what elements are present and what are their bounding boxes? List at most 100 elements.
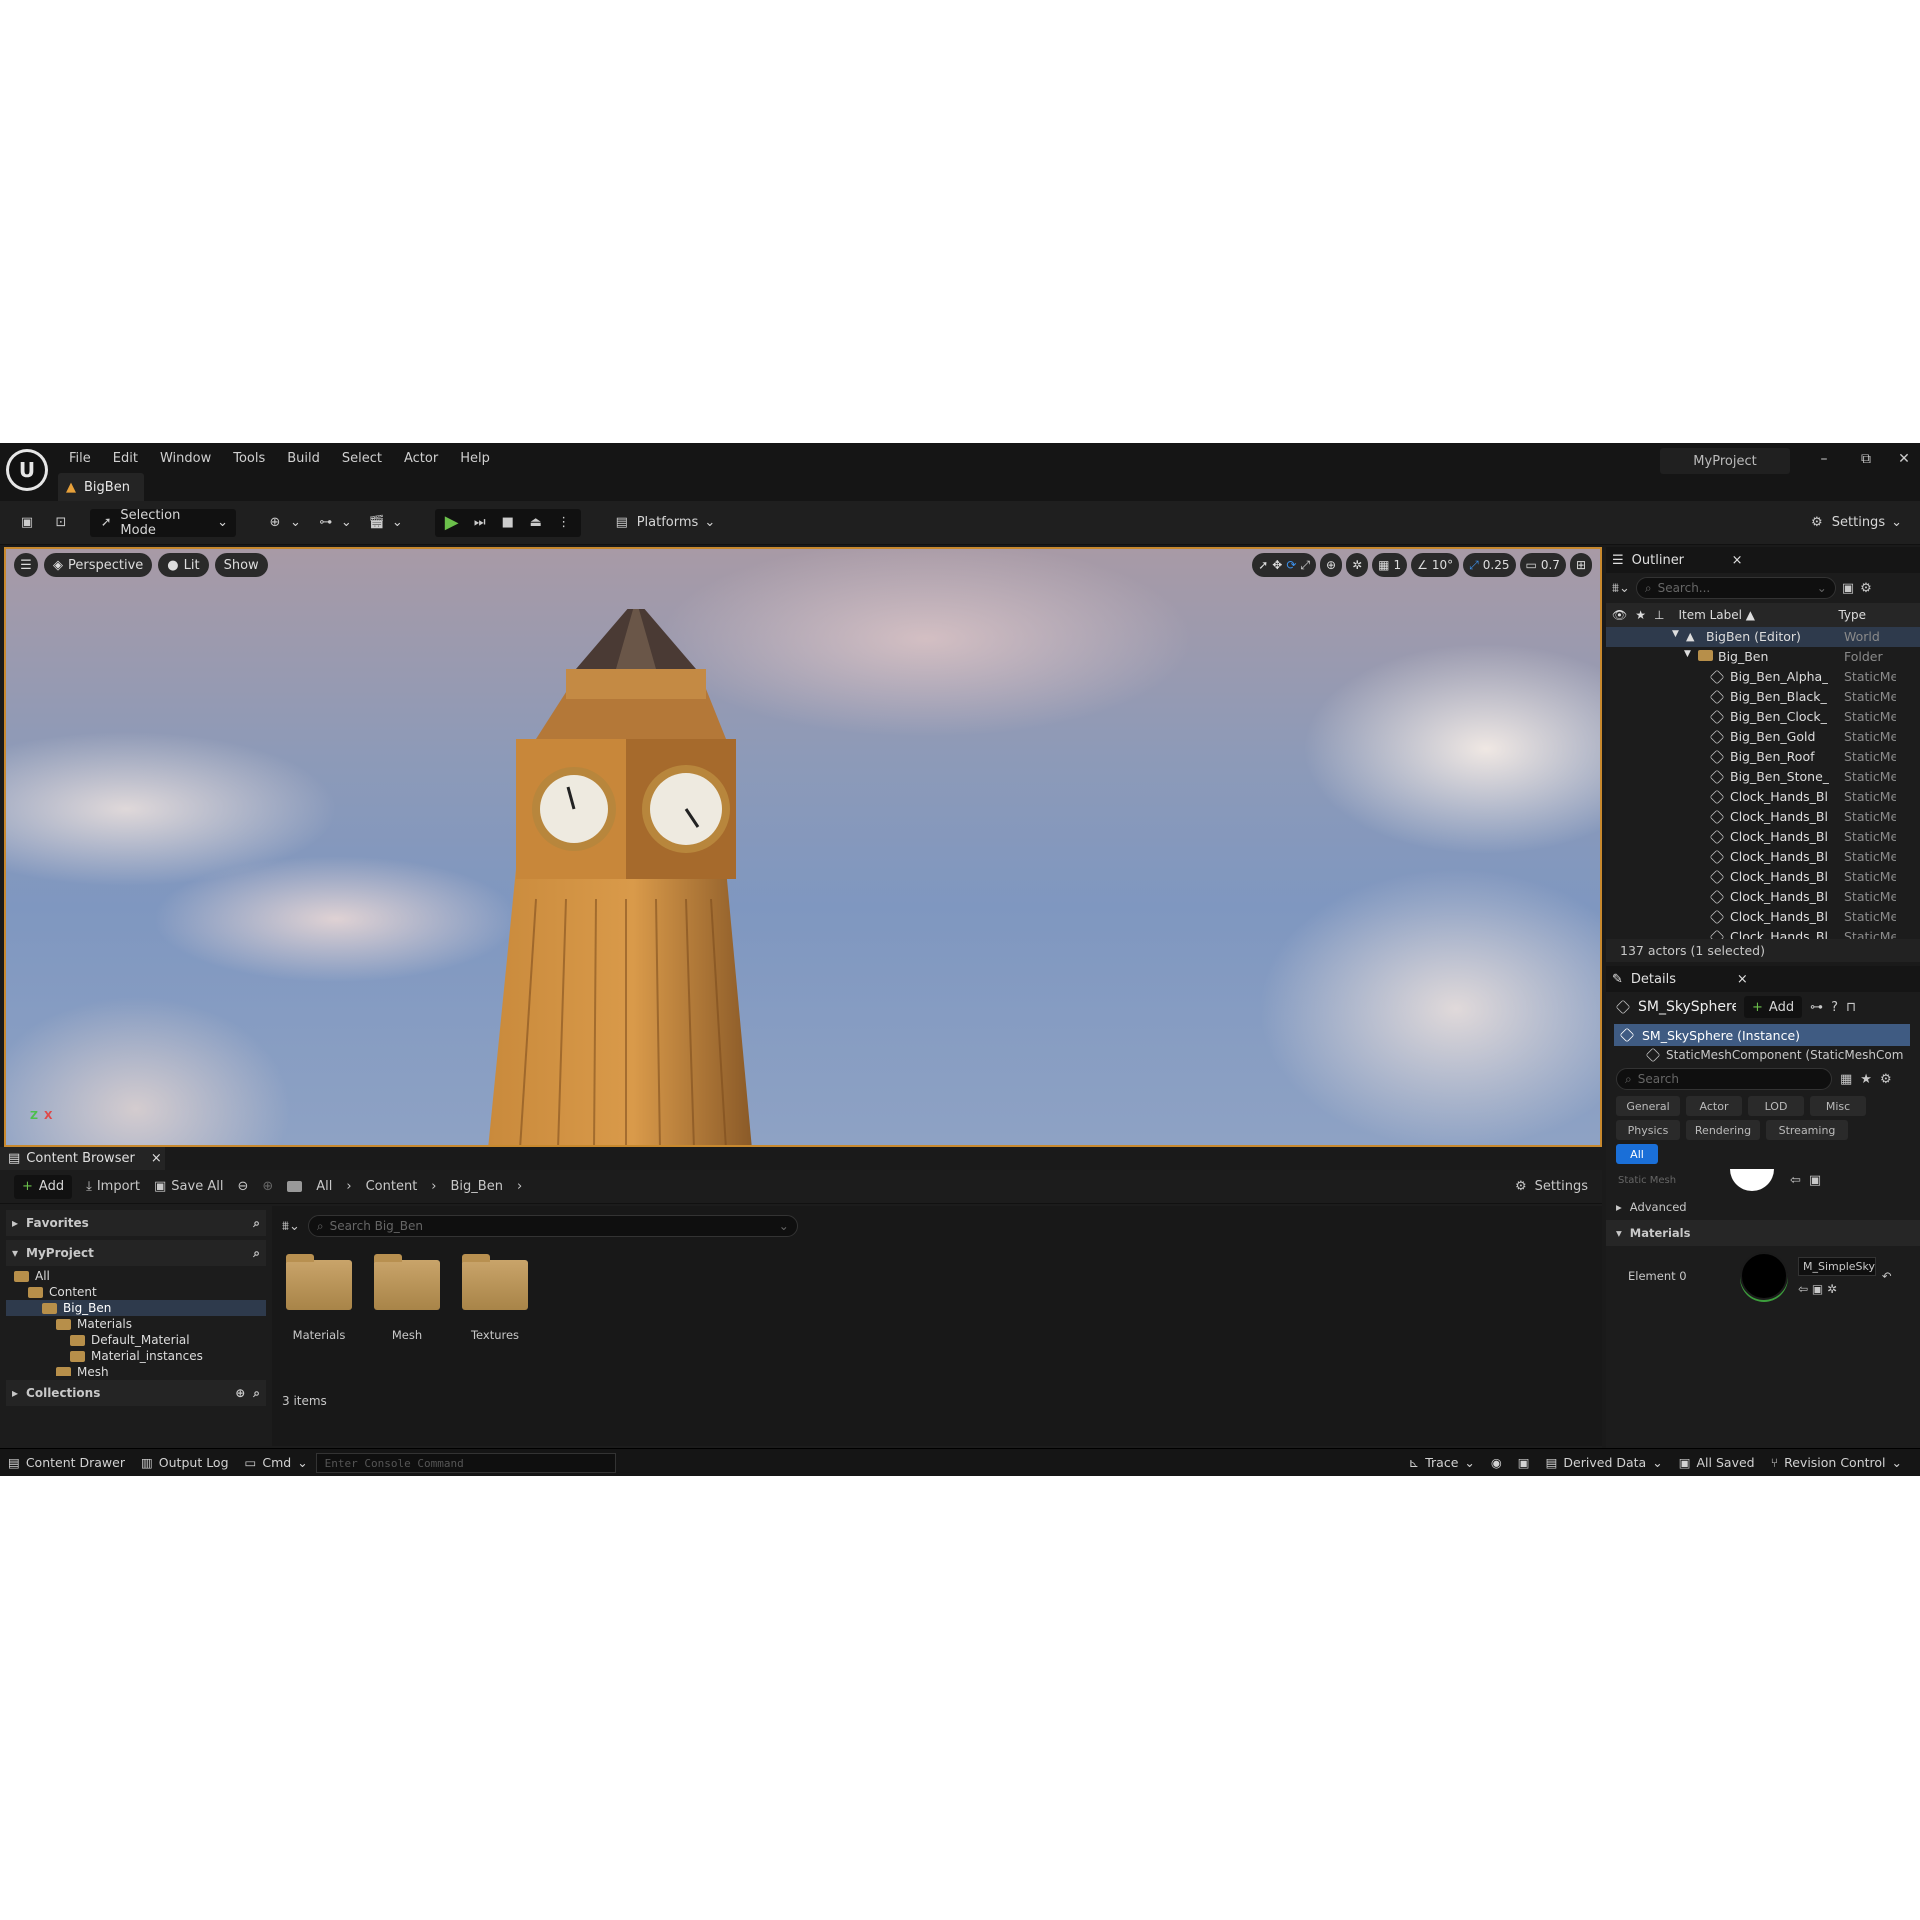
folder-tree-item[interactable]: All (6, 1268, 266, 1284)
outliner-row[interactable]: Clock_Hands_Bl StaticMes (1606, 827, 1920, 847)
translate-tool-icon[interactable]: ✥ (1272, 558, 1282, 572)
save-icon[interactable]: ▣ (10, 509, 44, 537)
type-column[interactable]: Type (1838, 608, 1866, 622)
chevron-down-icon[interactable]: ▼ (1684, 649, 1691, 659)
menu-help[interactable]: Help (449, 451, 501, 466)
outliner-row[interactable]: Big_Ben_Stone_ StaticMes (1606, 767, 1920, 787)
add-component-button[interactable]: + Add (1744, 996, 1803, 1018)
perspective-button[interactable]: ◈ Perspective (44, 553, 153, 577)
asset-folder-tile[interactable]: Textures (462, 1254, 528, 1342)
browse-icon[interactable]: ▣ (1809, 1173, 1821, 1188)
outliner-row[interactable]: Big_Ben_Roof StaticMes (1606, 747, 1920, 767)
new-folder-icon[interactable]: ▣ (1842, 581, 1854, 596)
menu-select[interactable]: Select (331, 451, 393, 466)
gear-icon[interactable]: ⚙ (1860, 581, 1872, 596)
advanced-section[interactable]: ▸ Advanced (1606, 1194, 1920, 1220)
add-actor-button[interactable]: ⊕ ⌄ (258, 509, 309, 537)
all-saved-button[interactable]: ▣ All Saved (1671, 1449, 1763, 1477)
browse-content-icon[interactable]: ⊡ (44, 509, 78, 537)
back-icon[interactable]: ⊖ (237, 1179, 248, 1194)
menu-edit[interactable]: Edit (102, 451, 149, 466)
pin-icon[interactable]: ⊥ (1654, 608, 1664, 622)
search-icon[interactable]: ⌕ (253, 1386, 260, 1401)
search-icon[interactable]: ⌕ (253, 1246, 260, 1261)
select-tool-icon[interactable]: ➚ (1258, 558, 1268, 572)
asset-folder-tile[interactable]: Materials (286, 1254, 352, 1342)
menu-actor[interactable]: Actor (393, 451, 449, 466)
filter-chip-physics[interactable]: Physics (1616, 1120, 1680, 1140)
item-label-column[interactable]: Item Label ▲ (1678, 608, 1838, 622)
content-drawer-button[interactable]: ▤ Content Drawer (0, 1449, 133, 1477)
folder-tree-item[interactable]: Default_Material (6, 1332, 266, 1348)
menu-tools[interactable]: Tools (222, 451, 276, 466)
asset-folder-tile[interactable]: Mesh (374, 1254, 440, 1342)
level-tab[interactable]: ▲ BigBen (58, 473, 144, 501)
cinematics-button[interactable]: 🎬︎ ⌄ (360, 509, 411, 537)
unreal-logo-icon[interactable]: U (6, 449, 48, 491)
revision-control-dropdown[interactable]: ⑂ Revision Control ⌄ (1763, 1449, 1910, 1477)
output-log-button[interactable]: ▥ Output Log (133, 1449, 237, 1477)
component-row-selected[interactable]: SM_SkySphere (Instance) (1614, 1024, 1910, 1046)
sky-sphere-thumbnail[interactable] (1730, 1169, 1774, 1191)
outliner-row[interactable]: Clock_Hands_Bl StaticMes (1606, 847, 1920, 867)
content-settings-button[interactable]: ⚙ Settings (1515, 1179, 1588, 1194)
selection-mode-dropdown[interactable]: ➚ Selection Mode ⌄ (90, 508, 236, 538)
visibility-icon[interactable]: 👁︎ (1612, 608, 1627, 622)
surface-snap-icon[interactable]: ✲ (1346, 553, 1369, 577)
outliner-row[interactable]: Clock_Hands_Bl StaticMes (1606, 907, 1920, 927)
material-name-dropdown[interactable]: M_SimpleSkyD (1798, 1256, 1876, 1276)
folder-icon[interactable] (287, 1181, 303, 1192)
scale-snap-toggle[interactable]: ⤢ 0.25 (1463, 553, 1516, 577)
search-icon[interactable]: ⌕ (253, 1216, 260, 1231)
breadcrumb-all[interactable]: All (316, 1179, 332, 1194)
material-thumbnail[interactable] (1740, 1252, 1788, 1300)
viewport-layout-icon[interactable]: ⊞ (1569, 553, 1592, 577)
filter-chip-actor[interactable]: Actor (1686, 1096, 1742, 1116)
folder-tree-item[interactable]: Content (6, 1284, 266, 1300)
settings-dropdown[interactable]: ⚙ Settings ⌄ (1800, 509, 1910, 537)
filter-icon[interactable]: ⩩⌄ (282, 1219, 300, 1234)
component-row[interactable]: StaticMeshComponent (StaticMeshCom (1646, 1046, 1906, 1064)
outliner-row[interactable]: Clock_Hands_Bl StaticMes (1606, 867, 1920, 887)
rotation-snap-toggle[interactable]: ∠ 10° (1411, 553, 1460, 577)
breadcrumb-big-ben[interactable]: Big_Ben (451, 1179, 503, 1194)
eject-icon[interactable]: ⏏ (527, 514, 545, 532)
chevron-down-icon[interactable]: ▼ (1672, 629, 1679, 639)
derived-data-dropdown[interactable]: ▤ Derived Data ⌄ (1538, 1449, 1671, 1477)
lit-button[interactable]: ● Lit (158, 553, 209, 577)
filter-chip-streaming[interactable]: Streaming (1766, 1120, 1848, 1140)
blueprint-button[interactable]: ⊶ ⌄ (309, 509, 360, 537)
content-browser-tab[interactable]: ▤ Content Browser × (0, 1147, 165, 1170)
gear-icon[interactable]: ⚙ (1880, 1072, 1892, 1087)
table-view-icon[interactable]: ▦ (1840, 1072, 1852, 1087)
viewport-menu-icon[interactable]: ☰ (14, 553, 38, 577)
close-window-button[interactable]: ✕ (1892, 449, 1916, 469)
step-icon[interactable]: ⏭ (471, 514, 489, 532)
show-button[interactable]: Show (214, 553, 268, 577)
breadcrumb-content[interactable]: Content (366, 1179, 418, 1194)
outliner-row[interactable]: Clock_Hands_Bl StaticMes (1606, 787, 1920, 807)
minimize-button[interactable]: – (1812, 449, 1836, 469)
stop-icon[interactable]: ■ (499, 514, 517, 532)
screenshot-icon[interactable]: ▣ (1510, 1449, 1538, 1477)
menu-build[interactable]: Build (276, 451, 331, 466)
blueprint-icon[interactable]: ⊶ (1810, 1000, 1823, 1015)
console-input[interactable]: Enter Console Command (315, 1452, 616, 1473)
level-viewport[interactable]: ☰ ◈ Perspective ● Lit Show ➚ ✥ ⟳ ⤢ ⊕ ✲ ▦… (4, 547, 1602, 1147)
outliner-row[interactable]: ▼ ▲ BigBen (Editor) World (1606, 627, 1920, 647)
materials-section[interactable]: ▾ Materials (1606, 1220, 1920, 1246)
outliner-row[interactable]: Big_Ben_Alpha_ StaticMes (1606, 667, 1920, 687)
material-actions[interactable]: ⇦ ▣ ✲ (1798, 1282, 1876, 1296)
reset-icon[interactable]: ↶ (1882, 1269, 1892, 1283)
filter-chip-general[interactable]: General (1616, 1096, 1680, 1116)
filter-chip-rendering[interactable]: Rendering (1686, 1120, 1760, 1140)
filter-chip-misc[interactable]: Misc (1810, 1096, 1866, 1116)
outliner-row[interactable]: Clock_Hands_Bl StaticMes (1606, 807, 1920, 827)
more-options-icon[interactable]: ⋮ (555, 514, 573, 532)
filter-icon[interactable]: ⩩⌄ (1612, 581, 1630, 596)
star-icon[interactable]: ★ (1635, 608, 1646, 622)
rotate-tool-icon[interactable]: ⟳ (1286, 558, 1296, 572)
details-search-input[interactable]: ⌕ Search (1616, 1068, 1832, 1090)
trace-dropdown[interactable]: ⊾ Trace ⌄ (1401, 1449, 1483, 1477)
scale-tool-icon[interactable]: ⤢ (1300, 558, 1310, 573)
